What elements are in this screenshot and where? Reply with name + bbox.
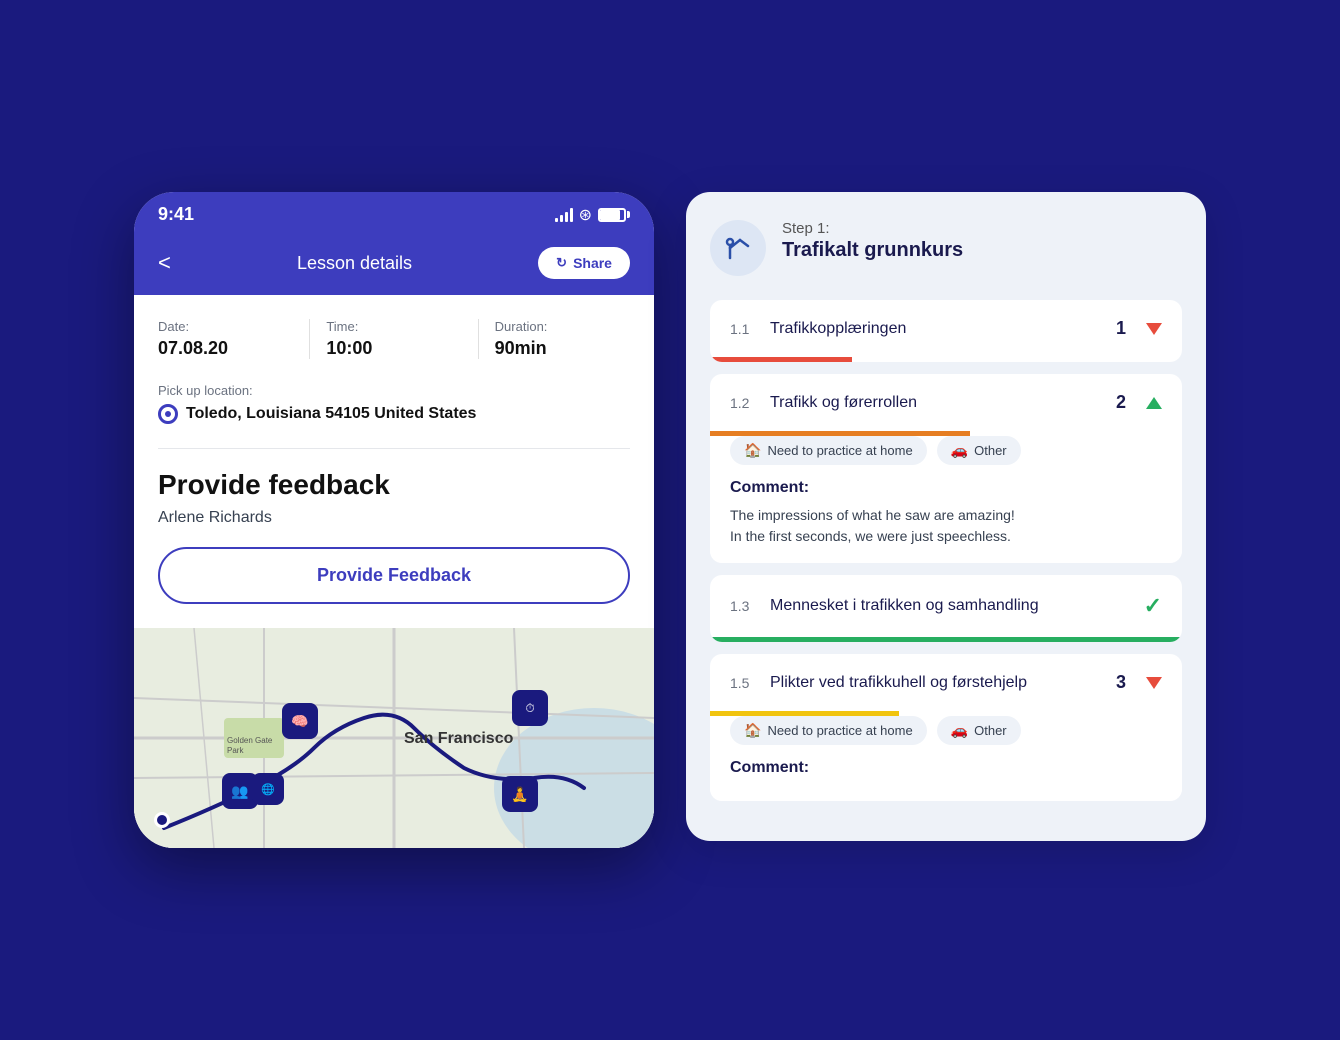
tag-other-1: 🚗 Other (937, 436, 1021, 465)
map-pin-5: 🧘 (502, 776, 538, 812)
lesson-row-1-3: 1.3 Mennesket i trafikken og samhandling… (710, 575, 1182, 637)
tag-other-2: 🚗 Other (937, 716, 1021, 745)
signal-icon (555, 208, 573, 222)
tag-label-other-2: Other (974, 723, 1007, 738)
score-arrow-down-icon-2 (1146, 677, 1162, 689)
lesson-row-1-1: 1.1 Trafikkopplæringen 1 (710, 300, 1182, 357)
lesson-title-1-1: Trafikkopplæringen (770, 320, 1104, 338)
lesson-num-1-1: 1.1 (730, 321, 758, 337)
svg-text:San Francisco: San Francisco (404, 730, 514, 747)
time-label: Time: (326, 319, 461, 334)
tag-row-1-5: 🏠 Need to practice at home 🚗 Other (730, 716, 1162, 745)
feedback-section: Provide feedback Arlene Richards Provide… (158, 469, 630, 604)
lesson-score-1-1: 1 (1116, 318, 1126, 339)
home-icon-2: 🏠 (744, 722, 761, 739)
duration-block: Duration: 90min (495, 319, 630, 359)
home-icon: 🏠 (744, 442, 761, 459)
comment-label-1-2: Comment: (730, 479, 1162, 497)
svg-text:Park: Park (227, 746, 244, 755)
progress-bar-1-3 (710, 637, 1182, 642)
tag-label-other-1: Other (974, 443, 1007, 458)
progress-bar-1-1 (710, 357, 852, 362)
status-time: 9:41 (158, 204, 194, 225)
duration-value: 90min (495, 338, 630, 359)
tag-row-1-2: 🏠 Need to practice at home 🚗 Other (730, 436, 1162, 465)
share-label: Share (573, 255, 612, 271)
map-current-location (154, 812, 170, 828)
map-pin-2: ⏱ (512, 690, 548, 726)
lesson-info: Date: 07.08.20 Time: 10:00 Duration: 90m… (158, 319, 630, 359)
pickup-address: Toledo, Louisiana 54105 United States (186, 405, 476, 423)
course-title: Trafikalt grunnkurs (782, 239, 1182, 262)
map-background: San Francisco Golden Gate Park 🧠 ⏱ 👥 🌐 🧘 (134, 628, 654, 848)
date-block: Date: 07.08.20 (158, 319, 310, 359)
lesson-card-1-1: 1.1 Trafikkopplæringen 1 (710, 300, 1182, 362)
course-icon (710, 220, 766, 276)
divider-1 (158, 448, 630, 449)
nav-bar: < Lesson details ↻ Share (134, 235, 654, 295)
date-label: Date: (158, 319, 293, 334)
lesson-card-1-5: 1.5 Plikter ved trafikkuhell og førstehj… (710, 654, 1182, 801)
nav-title: Lesson details (297, 253, 412, 274)
lesson-row-1-2: 1.2 Trafikk og førerrollen 2 (710, 374, 1182, 431)
lesson-row-1-5: 1.5 Plikter ved trafikkuhell og førstehj… (710, 654, 1182, 711)
status-bar: 9:41 ⊛ (134, 192, 654, 235)
provide-feedback-button[interactable]: Provide Feedback (158, 547, 630, 604)
map-pin-1: 🧠 (282, 703, 318, 739)
date-value: 07.08.20 (158, 338, 293, 359)
lesson-title-1-3: Mennesket i trafikken og samhandling (770, 597, 1132, 615)
feedback-name: Arlene Richards (158, 509, 630, 527)
lesson-expanded-1-2: 🏠 Need to practice at home 🚗 Other Comme… (710, 436, 1182, 563)
time-value: 10:00 (326, 338, 461, 359)
panel-header-text: Step 1: Trafikalt grunnkurs (782, 220, 1182, 262)
duration-label: Duration: (495, 319, 630, 334)
lesson-score-1-5: 3 (1116, 672, 1126, 693)
tag-practice-home: 🏠 Need to practice at home (730, 436, 927, 465)
lesson-title-1-2: Trafikk og førerrollen (770, 394, 1104, 412)
map-pin-4: 🌐 (252, 773, 284, 805)
share-icon: ↻ (556, 255, 567, 271)
share-button[interactable]: ↻ Share (538, 247, 630, 279)
pickup-label: Pick up location: (158, 383, 630, 398)
time-block: Time: 10:00 (326, 319, 478, 359)
step-label: Step 1: (782, 220, 1182, 237)
lesson-title-1-5: Plikter ved trafikkuhell og førstehjelp (770, 674, 1104, 692)
tag-practice-home-2: 🏠 Need to practice at home (730, 716, 927, 745)
svg-text:Golden Gate: Golden Gate (227, 736, 273, 745)
tag-label-home: Need to practice at home (767, 443, 912, 458)
score-arrow-up-icon (1146, 397, 1162, 409)
score-arrow-down-icon (1146, 323, 1162, 335)
right-panel: Step 1: Trafikalt grunnkurs 1.1 Trafikko… (686, 192, 1206, 841)
car-icon: 🚗 (951, 442, 968, 459)
tag-label-home-2: Need to practice at home (767, 723, 912, 738)
comment-label-1-5: Comment: (730, 759, 1162, 777)
feedback-title: Provide feedback (158, 469, 630, 501)
lesson-score-1-2: 2 (1116, 392, 1126, 413)
left-phone: 9:41 ⊛ < Lesson details ↻ Share (134, 192, 654, 848)
panel-header: Step 1: Trafikalt grunnkurs (710, 220, 1182, 276)
location-icon (158, 404, 178, 424)
phone-content: Date: 07.08.20 Time: 10:00 Duration: 90m… (134, 295, 654, 628)
lesson-card-1-2: 1.2 Trafikk og førerrollen 2 🏠 Need to p… (710, 374, 1182, 563)
check-icon: ✓ (1144, 593, 1162, 619)
map-container: San Francisco Golden Gate Park 🧠 ⏱ 👥 🌐 🧘 (134, 628, 654, 848)
back-button[interactable]: < (158, 250, 171, 276)
pickup-section: Pick up location: Toledo, Louisiana 5410… (158, 383, 630, 424)
lesson-expanded-1-5: 🏠 Need to practice at home 🚗 Other Comme… (710, 716, 1182, 801)
comment-text-1-2: The impressions of what he saw are amazi… (730, 505, 1162, 547)
map-svg: San Francisco Golden Gate Park (134, 628, 654, 848)
pickup-location: Toledo, Louisiana 54105 United States (158, 404, 630, 424)
lesson-card-1-3: 1.3 Mennesket i trafikken og samhandling… (710, 575, 1182, 642)
wifi-icon: ⊛ (579, 205, 592, 225)
lesson-num-1-2: 1.2 (730, 395, 758, 411)
lesson-num-1-5: 1.5 (730, 675, 758, 691)
battery-icon (598, 208, 630, 222)
car-icon-2: 🚗 (951, 722, 968, 739)
status-icons: ⊛ (555, 205, 630, 225)
lesson-num-1-3: 1.3 (730, 598, 758, 614)
